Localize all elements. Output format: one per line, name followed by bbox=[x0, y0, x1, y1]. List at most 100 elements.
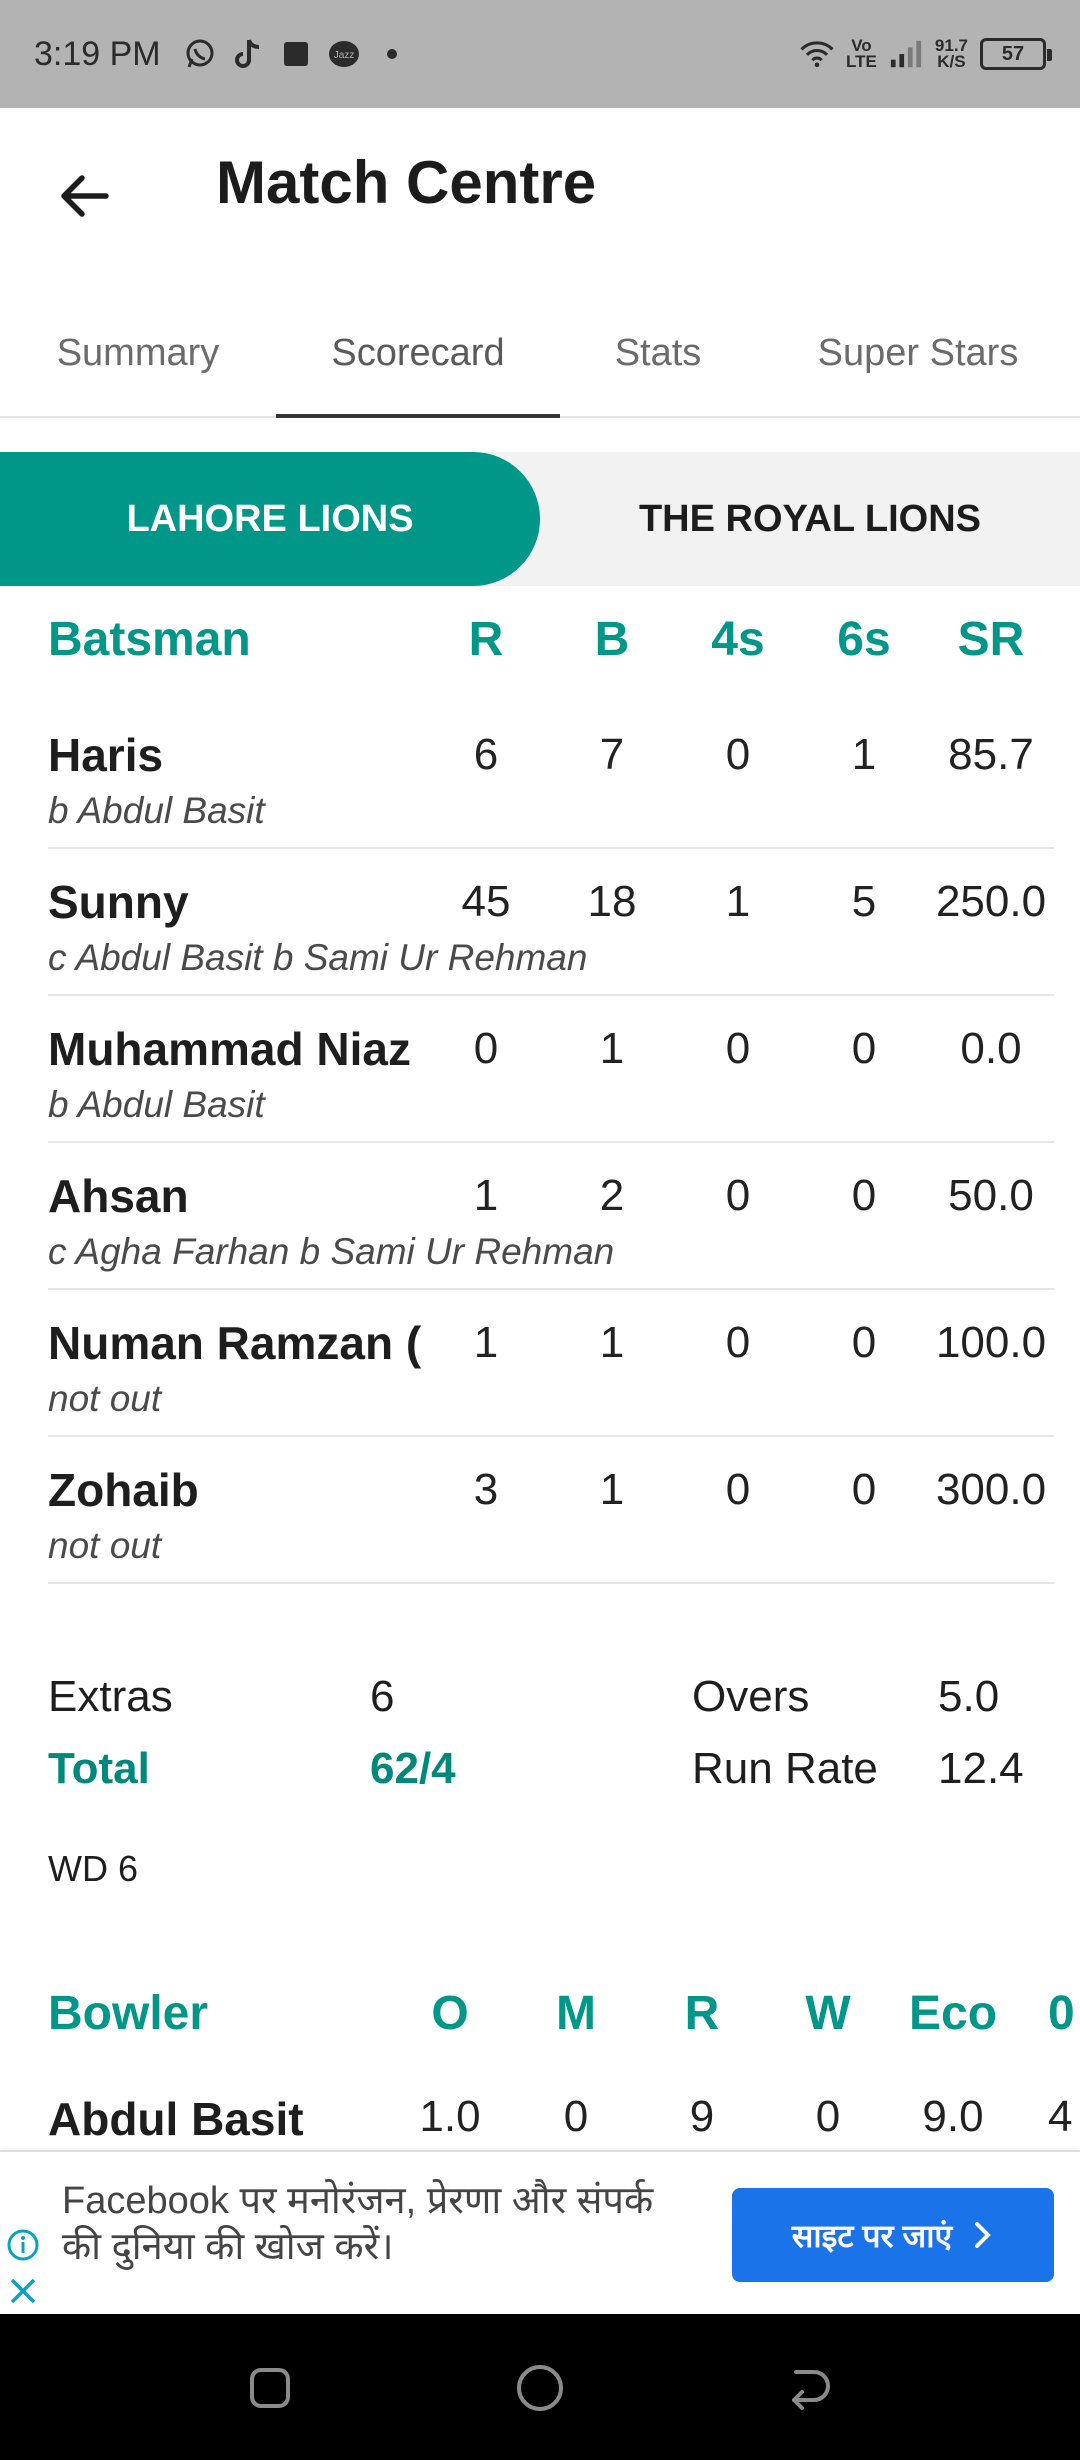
home-button[interactable] bbox=[510, 2358, 570, 2418]
tab-super-stars[interactable]: Super Stars bbox=[756, 290, 1080, 416]
strike-rate-value: 100.0 bbox=[935, 1318, 1047, 1367]
wickets-value: 0 bbox=[815, 2092, 841, 2141]
extras-value: 6 bbox=[370, 1672, 395, 1721]
total-value: 62/4 bbox=[370, 1744, 456, 1793]
maidens-value: 0 bbox=[563, 2092, 589, 2141]
tab-summary[interactable]: Summary bbox=[0, 290, 276, 416]
tab-stats[interactable]: Stats bbox=[560, 290, 756, 416]
run-rate-value: 12.4 bbox=[938, 1744, 1024, 1793]
header-overs: O bbox=[431, 1987, 469, 2040]
fours-value: 0 bbox=[725, 730, 751, 779]
overs-label: Overs bbox=[692, 1672, 810, 1721]
batsman-name: Muhammad Niaz bbox=[48, 1023, 411, 1075]
recents-icon bbox=[250, 2368, 290, 2408]
ad-banner[interactable]: Facebook पर मनोरंजन, प्रेरणा और संपर्क क… bbox=[0, 2150, 1080, 2314]
header-fours: 4s bbox=[711, 613, 765, 666]
batting-row[interactable]: Haris b Abdul Basit 6 7 0 1 85.7 bbox=[48, 702, 1054, 849]
square-icon bbox=[279, 37, 313, 71]
batsman-name: Ahsan bbox=[48, 1170, 189, 1222]
total-label: Total bbox=[48, 1744, 150, 1793]
batting-row[interactable]: Ahsan c Agha Farhan b Sami Ur Rehman 1 2… bbox=[48, 1143, 1054, 1290]
header-runs: R bbox=[468, 613, 504, 666]
speed-unit: K/S bbox=[937, 52, 966, 71]
dismissal-text: not out bbox=[48, 1525, 162, 1566]
system-icons: Vo LTE 91.7 K/S 57 bbox=[800, 37, 1052, 71]
balls-value: 18 bbox=[587, 877, 637, 926]
runs-value: 6 bbox=[473, 730, 499, 779]
strike-rate-value: 0.0 bbox=[960, 1024, 1022, 1073]
bowling-header: Bowler O M R W Eco 0 bbox=[48, 1986, 1080, 2066]
header-runs-conceded: R bbox=[684, 1987, 720, 2040]
batting-row[interactable]: Zohaib not out 3 1 0 0 300.0 bbox=[48, 1437, 1054, 1584]
runs-value: 1 bbox=[473, 1318, 499, 1367]
header-wickets: W bbox=[805, 1987, 851, 2040]
batsman-name: Sunny bbox=[48, 876, 189, 928]
fours-value: 0 bbox=[725, 1318, 751, 1367]
whatsapp-icon bbox=[183, 37, 217, 71]
network-type: Vo LTE bbox=[846, 37, 877, 70]
header-sixes: 6s bbox=[837, 613, 891, 666]
strike-rate-value: 50.0 bbox=[948, 1171, 1034, 1220]
wifi-icon bbox=[800, 37, 834, 71]
svg-text:Jazz: Jazz bbox=[333, 50, 354, 61]
tab-scorecard[interactable]: Scorecard bbox=[276, 290, 560, 418]
sixes-value: 1 bbox=[851, 730, 877, 779]
back-nav-icon bbox=[792, 2370, 830, 2410]
sixes-value: 5 bbox=[851, 877, 877, 926]
system-nav-bar bbox=[0, 2314, 1080, 2460]
tiktok-icon bbox=[231, 37, 265, 71]
notification-icons: Jazz bbox=[183, 37, 409, 71]
strike-rate-value: 300.0 bbox=[935, 1465, 1047, 1514]
app-header: Match Centre bbox=[0, 108, 1080, 274]
runs-value: 1 bbox=[473, 1171, 499, 1220]
sixes-value: 0 bbox=[851, 1318, 877, 1367]
batting-table: Batsman R B 4s 6s SR Haris b Abdul Basit… bbox=[48, 612, 1054, 1584]
runs-value: 45 bbox=[461, 877, 511, 926]
batting-row[interactable]: Sunny c Abdul Basit b Sami Ur Rehman 45 … bbox=[48, 849, 1054, 996]
status-bar: 3:19 PM Jazz Vo LTE 91.7 K/S 57 bbox=[0, 0, 1080, 108]
back-button[interactable] bbox=[48, 160, 120, 232]
info-icon[interactable] bbox=[6, 2228, 40, 2262]
extras-label: Extras bbox=[48, 1672, 173, 1721]
overs-value: 1.0 bbox=[419, 2092, 481, 2141]
economy-value: 9.0 bbox=[922, 2092, 984, 2141]
dismissal-text: b Abdul Basit bbox=[48, 790, 265, 831]
tab-bar: Summary Scorecard Stats Super Stars bbox=[0, 290, 1080, 418]
runs-conceded-value: 9 bbox=[689, 2092, 715, 2141]
ad-cta-button[interactable]: साइट पर जाएं bbox=[732, 2188, 1054, 2282]
balls-value: 2 bbox=[599, 1171, 625, 1220]
team-button-lahore-lions[interactable]: LAHORE LIONS bbox=[0, 452, 540, 586]
sixes-value: 0 bbox=[851, 1465, 877, 1514]
signal-icon bbox=[889, 37, 923, 71]
ad-text: Facebook पर मनोरंजन, प्रेरणा और संपर्क क… bbox=[62, 2180, 654, 2268]
run-rate-label: Run Rate bbox=[692, 1744, 878, 1793]
close-icon[interactable] bbox=[8, 2276, 38, 2306]
sixes-value: 0 bbox=[851, 1024, 877, 1073]
header-batsman: Batsman bbox=[48, 613, 251, 666]
innings-summary: Extras 6 Overs 5.0 Total 62/4 Run Rate 1… bbox=[48, 1660, 1054, 1820]
page-title: Match Centre bbox=[216, 149, 597, 216]
strike-rate-value: 250.0 bbox=[935, 877, 1047, 926]
batting-row[interactable]: Muhammad Niaz b Abdul Basit 0 1 0 0 0.0 bbox=[48, 996, 1054, 1143]
dismissal-text: b Abdul Basit bbox=[48, 1084, 265, 1125]
batsman-name: Haris bbox=[48, 729, 164, 781]
status-time: 3:19 PM bbox=[34, 34, 161, 73]
recents-button[interactable] bbox=[240, 2358, 300, 2418]
balls-value: 7 bbox=[599, 730, 625, 779]
header-maidens: M bbox=[556, 1987, 596, 2040]
fours-value: 1 bbox=[725, 877, 751, 926]
balls-value: 1 bbox=[599, 1318, 625, 1367]
team-button-royal-lions[interactable]: THE ROYAL LIONS bbox=[540, 452, 1080, 586]
back-nav-button[interactable] bbox=[780, 2358, 840, 2418]
home-icon bbox=[517, 2365, 563, 2411]
batting-row[interactable]: Numan Ramzan ( not out 1 1 0 0 100.0 bbox=[48, 1290, 1054, 1437]
battery-icon: 57 bbox=[980, 38, 1052, 70]
sixes-value: 0 bbox=[851, 1171, 877, 1220]
header-economy: Eco bbox=[908, 1987, 998, 2040]
arrow-left-icon bbox=[61, 175, 109, 217]
bowling-row[interactable]: Abdul Basit 1.0 0 9 0 9.0 4 bbox=[48, 2092, 1080, 2152]
header-balls: B bbox=[594, 613, 630, 666]
bowler-name: Abdul Basit bbox=[48, 2093, 304, 2145]
header-dots: 0 bbox=[1048, 1987, 1075, 2040]
header-bowler: Bowler bbox=[48, 1987, 209, 2040]
